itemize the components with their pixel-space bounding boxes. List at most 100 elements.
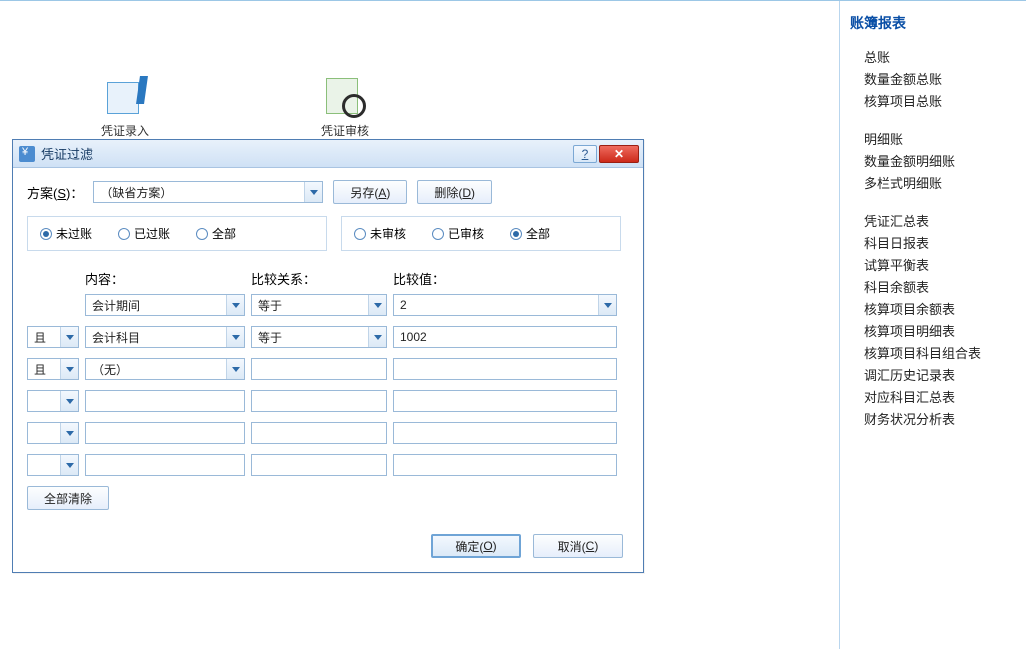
value-input[interactable] xyxy=(393,454,617,476)
header-value: 比较值： xyxy=(393,269,617,288)
radio-audit-unaudited[interactable]: 未审核 xyxy=(354,225,406,242)
filter-row xyxy=(27,422,629,444)
logic-combo[interactable]: 且 xyxy=(27,326,79,348)
chevron-down-icon[interactable] xyxy=(226,295,244,315)
sidebar-link[interactable]: 调汇历史记录表 xyxy=(864,365,1014,387)
relation-input[interactable] xyxy=(251,390,387,412)
dialog-title: 凭证过滤 xyxy=(41,144,571,163)
desktop-icon-voucher-audit[interactable]: 凭证审核 xyxy=(315,76,375,139)
filter-row: 且 会计科目 等于 xyxy=(27,326,629,348)
content-combo[interactable]: 会计期间 xyxy=(85,294,245,316)
value-input[interactable] xyxy=(393,390,617,412)
content-input[interactable] xyxy=(85,422,245,444)
chevron-down-icon[interactable] xyxy=(60,391,78,411)
radio-dot-icon xyxy=(432,228,444,240)
chevron-down-icon[interactable] xyxy=(60,327,78,347)
desktop-icons: 凭证录入 凭证审核 xyxy=(0,76,375,139)
desktop-icon-voucher-entry[interactable]: 凭证录入 xyxy=(95,76,155,139)
sidebar-title: 账簿报表 xyxy=(850,13,1014,33)
dialog-titlebar[interactable]: 凭证过滤 ? ✕ xyxy=(13,140,643,168)
sidebar-link[interactable]: 对应科目汇总表 xyxy=(864,387,1014,409)
relation-input[interactable] xyxy=(251,422,387,444)
logic-combo[interactable] xyxy=(27,390,79,412)
clear-all-button[interactable]: 全部清除 xyxy=(27,486,109,510)
voucher-entry-icon xyxy=(104,76,146,118)
content-input[interactable] xyxy=(85,454,245,476)
sidebar-link[interactable]: 凭证汇总表 xyxy=(864,211,1014,233)
sidebar-link[interactable]: 核算项目总账 xyxy=(864,91,1014,113)
content-combo[interactable]: （无） xyxy=(85,358,245,380)
value-combo[interactable]: 2 xyxy=(393,294,617,316)
sidebar-link[interactable]: 核算项目余额表 xyxy=(864,299,1014,321)
audit-status-group: 未审核 已审核 全部 xyxy=(341,216,621,251)
sidebar-link[interactable]: 试算平衡表 xyxy=(864,255,1014,277)
value-input[interactable] xyxy=(393,422,617,444)
relation-input[interactable] xyxy=(251,454,387,476)
sidebar-link[interactable]: 明细账 xyxy=(864,129,1014,151)
post-status-group: 未过账 已过账 全部 xyxy=(27,216,327,251)
chevron-down-icon[interactable] xyxy=(304,182,322,202)
sidebar-link[interactable]: 数量金额明细账 xyxy=(864,151,1014,173)
sidebar-link[interactable]: 核算项目科目组合表 xyxy=(864,343,1014,365)
relation-combo[interactable]: 等于 xyxy=(251,294,387,316)
sidebar-link[interactable]: 总账 xyxy=(864,47,1014,69)
content-input[interactable] xyxy=(85,390,245,412)
sidebar-link[interactable]: 财务状况分析表 xyxy=(864,409,1014,431)
chevron-down-icon[interactable] xyxy=(226,327,244,347)
logic-combo[interactable] xyxy=(27,422,79,444)
desktop-icon-label: 凭证录入 xyxy=(95,122,155,139)
radio-post-all[interactable]: 全部 xyxy=(196,225,236,242)
save-as-button[interactable]: 另存(A) xyxy=(333,180,407,204)
radio-dot-icon xyxy=(510,228,522,240)
chevron-down-icon[interactable] xyxy=(60,423,78,443)
radio-audit-audited[interactable]: 已审核 xyxy=(432,225,484,242)
filter-row: 且 （无） xyxy=(27,358,629,380)
header-relation: 比较关系： xyxy=(251,269,387,288)
radio-dot-icon xyxy=(196,228,208,240)
logic-combo[interactable] xyxy=(27,454,79,476)
radio-dot-icon xyxy=(40,228,52,240)
sidebar-group-1: 总账 数量金额总账 核算项目总账 xyxy=(850,47,1014,113)
filter-row: 会计期间 等于 2 xyxy=(27,294,629,316)
sidebar-link[interactable]: 数量金额总账 xyxy=(864,69,1014,91)
sidebar-link[interactable]: 核算项目明细表 xyxy=(864,321,1014,343)
voucher-audit-icon xyxy=(324,76,366,118)
scheme-combo[interactable]: （缺省方案） xyxy=(93,181,323,203)
sidebar-group-2: 明细账 数量金额明细账 多栏式明细账 xyxy=(850,129,1014,195)
radio-post-unposted[interactable]: 未过账 xyxy=(40,225,92,242)
relation-combo[interactable]: 等于 xyxy=(251,326,387,348)
scheme-value: （缺省方案） xyxy=(94,184,304,201)
radio-dot-icon xyxy=(118,228,130,240)
help-button[interactable]: ? xyxy=(573,145,597,163)
filter-row xyxy=(27,454,629,476)
radio-post-posted[interactable]: 已过账 xyxy=(118,225,170,242)
sidebar-link[interactable]: 科目日报表 xyxy=(864,233,1014,255)
ok-button[interactable]: 确定(O) xyxy=(431,534,521,558)
delete-button[interactable]: 删除(D) xyxy=(417,180,492,204)
sidebar-group-3: 凭证汇总表 科目日报表 试算平衡表 科目余额表 核算项目余额表 核算项目明细表 … xyxy=(850,211,1014,431)
filter-row xyxy=(27,390,629,412)
sidebar-link[interactable]: 多栏式明细账 xyxy=(864,173,1014,195)
voucher-filter-dialog: 凭证过滤 ? ✕ 方案(S)： （缺省方案） 另存(A) 删除(D) 未过账 已… xyxy=(12,139,644,573)
radio-audit-all[interactable]: 全部 xyxy=(510,225,550,242)
chevron-down-icon[interactable] xyxy=(60,359,78,379)
sidebar-link[interactable]: 科目余额表 xyxy=(864,277,1014,299)
cancel-button[interactable]: 取消(C) xyxy=(533,534,623,558)
chevron-down-icon[interactable] xyxy=(368,295,386,315)
content-combo[interactable]: 会计科目 xyxy=(85,326,245,348)
close-button[interactable]: ✕ xyxy=(599,145,639,163)
sidebar: 账簿报表 总账 数量金额总账 核算项目总账 明细账 数量金额明细账 多栏式明细账… xyxy=(839,1,1014,649)
logic-combo[interactable]: 且 xyxy=(27,358,79,380)
header-content: 内容： xyxy=(85,269,245,288)
chevron-down-icon[interactable] xyxy=(226,359,244,379)
chevron-down-icon[interactable] xyxy=(598,295,616,315)
radio-dot-icon xyxy=(354,228,366,240)
chevron-down-icon[interactable] xyxy=(60,455,78,475)
chevron-down-icon[interactable] xyxy=(368,327,386,347)
filter-headers: 内容： 比较关系： 比较值： xyxy=(27,269,629,288)
value-input[interactable] xyxy=(393,358,617,380)
clear-row: 全部清除 xyxy=(27,486,629,510)
value-input[interactable] xyxy=(393,326,617,348)
relation-input[interactable] xyxy=(251,358,387,380)
dialog-body: 方案(S)： （缺省方案） 另存(A) 删除(D) 未过账 已过账 全部 未审核… xyxy=(13,168,643,524)
